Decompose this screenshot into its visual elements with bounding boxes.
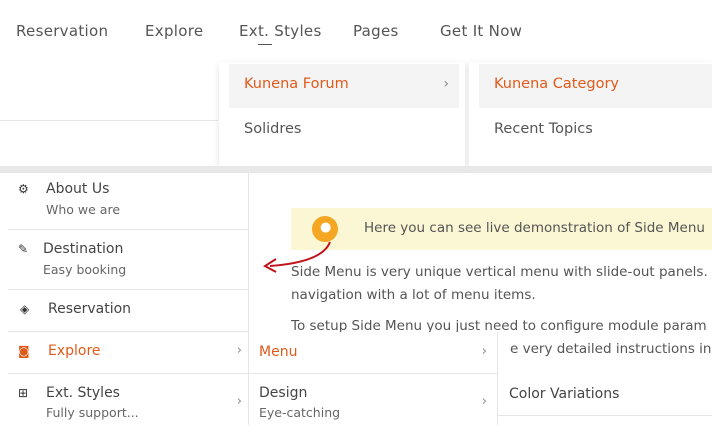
nav-item-ext-styles[interactable]: Ext. Styles xyxy=(239,22,322,45)
side-menu-item-explore[interactable]: ◙ Explore › xyxy=(8,332,248,374)
panel-item-color-variations[interactable]: Color Variations xyxy=(498,374,712,416)
slide-out-panel: Color Variations xyxy=(498,374,712,425)
panel-item-title: Color Variations xyxy=(509,386,620,402)
content-paragraph-line: e very detailed instructions in te xyxy=(510,341,712,357)
side-menu: ⚙ About Us Who we are ✎ Destination Easy… xyxy=(0,173,248,425)
side-menu-item-destination[interactable]: ✎ Destination Easy booking xyxy=(8,230,248,290)
side-menu-item-reservation[interactable]: ◈ Reservation xyxy=(8,290,248,332)
chevron-right-icon: › xyxy=(236,343,242,358)
nav-item-get-it-now[interactable]: Get It Now xyxy=(440,22,522,40)
dropdown-item-label: Kunena Forum xyxy=(244,76,349,92)
side-menu-item-title: About Us xyxy=(46,181,110,197)
chevron-right-icon: › xyxy=(443,76,449,92)
nav-item-reservation[interactable]: Reservation xyxy=(16,22,108,40)
content-paragraph-line: Side Menu is very unique vertical menu w… xyxy=(291,264,708,280)
dropdown-item-label: Kunena Category xyxy=(494,76,620,92)
top-navigation: Reservation Explore Ext. Styles Pages Ge… xyxy=(0,0,712,64)
chevron-right-icon: › xyxy=(236,394,242,409)
gear-icon: ⚙ xyxy=(18,182,29,196)
nav-item-ext-styles-label: Ext. Styles xyxy=(239,22,322,40)
panel-item-menu[interactable]: Menu › xyxy=(249,332,497,374)
dropdown-item-label: Solidres xyxy=(244,121,302,137)
side-menu-item-subtitle: Who we are xyxy=(46,202,121,217)
side-menu-item-title: Reservation xyxy=(48,301,132,317)
camera-icon: ◙ xyxy=(18,344,30,358)
dropdown-ext-styles: Kunena Forum › Solidres xyxy=(219,62,465,166)
dropdown-item-kunena-category[interactable]: Kunena Category xyxy=(479,64,712,108)
dropdown-item-kunena-forum[interactable]: Kunena Forum › xyxy=(229,64,459,108)
side-menu-item-subtitle: Easy booking xyxy=(43,262,127,277)
panel-item-title: Menu xyxy=(259,344,298,360)
section-divider xyxy=(0,166,712,173)
panel-item-title: Design xyxy=(259,385,308,401)
panel-item-design[interactable]: Design Eye-catching › xyxy=(249,374,497,425)
panel-item-subtitle: Eye-catching xyxy=(259,405,341,420)
chevron-right-icon: › xyxy=(481,344,487,359)
ticket-icon: ◈ xyxy=(20,302,30,316)
side-menu-item-title: Destination xyxy=(43,241,124,257)
side-menu-item-title: Ext. Styles xyxy=(46,385,120,401)
curved-arrow-icon xyxy=(263,241,331,273)
pin-icon: ✎ xyxy=(18,242,29,256)
side-menu-item-subtitle: Fully support... xyxy=(46,405,139,420)
active-underline xyxy=(258,44,272,45)
notice-box: Here you can see live demonstration of S… xyxy=(291,208,712,250)
chevron-right-icon: › xyxy=(481,394,487,409)
gift-icon: ⊞ xyxy=(18,386,29,400)
divider xyxy=(0,120,218,121)
dropdown-item-recent-topics[interactable]: Recent Topics xyxy=(469,109,712,153)
notice-text: Here you can see live demonstration of S… xyxy=(364,220,705,236)
slide-out-panel: Menu › Design Eye-catching › xyxy=(249,332,497,425)
side-menu-item-title: Explore xyxy=(48,343,101,359)
dropdown-item-label: Recent Topics xyxy=(494,121,593,137)
nav-item-explore[interactable]: Explore xyxy=(145,22,203,40)
content-paragraph-line: navigation with a lot of menu items. xyxy=(291,287,536,303)
dropdown-kunena-forum: Kunena Category Recent Topics xyxy=(469,62,712,166)
side-menu-item-about-us[interactable]: ⚙ About Us Who we are xyxy=(8,173,248,230)
side-menu-item-ext-styles[interactable]: ⊞ Ext. Styles Fully support... › xyxy=(8,374,248,426)
dropdown-item-solidres[interactable]: Solidres xyxy=(219,109,465,153)
nav-item-pages[interactable]: Pages xyxy=(353,22,399,40)
